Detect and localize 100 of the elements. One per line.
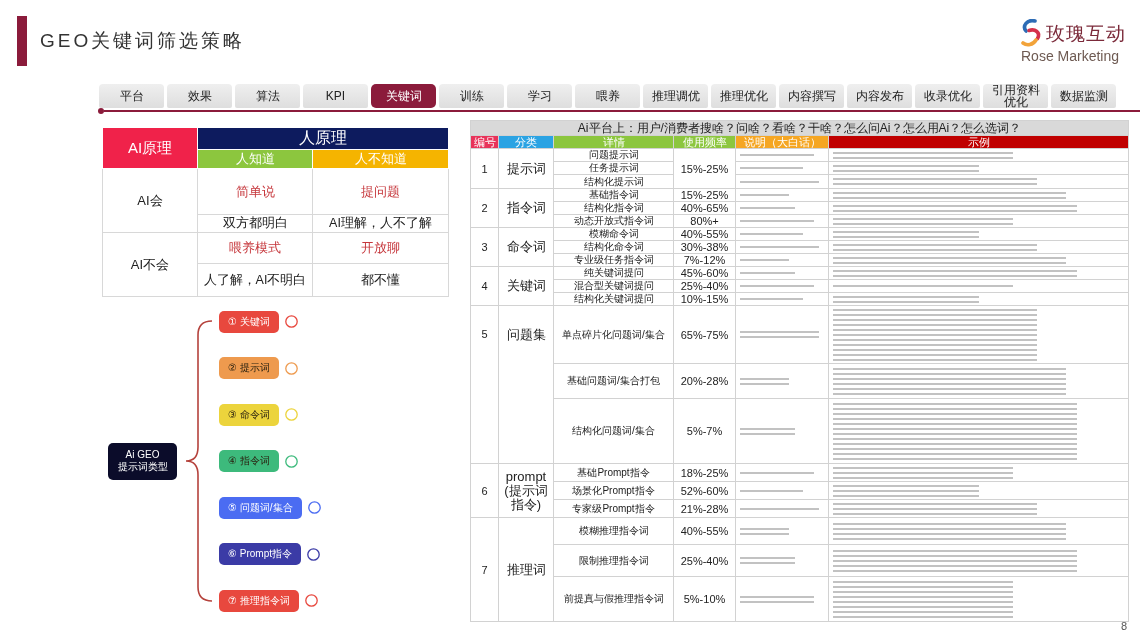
- illegible-text-drawing: [740, 557, 796, 564]
- table-cell: 场景化Prompt指令: [553, 481, 674, 500]
- page-number: 8: [1120, 620, 1127, 633]
- row-header: AI不会: [102, 232, 198, 297]
- table-cell: 结构化命令词: [553, 240, 674, 254]
- ring-icon: [284, 361, 298, 375]
- table-cell: 问题集: [498, 305, 554, 464]
- table-cell: 混合型关键词提问: [553, 279, 674, 293]
- table-cell: 52%-60%: [673, 481, 736, 500]
- nav-tab[interactable]: 内容撰写: [779, 84, 844, 108]
- table-cell: 15%-25%: [673, 188, 736, 202]
- ring-icon: [307, 547, 320, 561]
- table-cell: 65%-75%: [673, 305, 736, 364]
- title-accent-bar: [17, 16, 27, 66]
- nav-tab[interactable]: 训练: [439, 84, 504, 108]
- table-cell: 18%-25%: [673, 463, 736, 482]
- table-cell: 推理词: [498, 517, 554, 622]
- table-cell: 10%-15%: [673, 292, 736, 306]
- table-header: 人原理: [197, 127, 449, 150]
- table-header: AI原理: [102, 127, 198, 169]
- table-cell: 纯关键词提问: [553, 266, 674, 280]
- table-cell: 模糊推理指令词: [553, 517, 674, 545]
- nav-tab[interactable]: 引用资料优化: [983, 84, 1048, 108]
- mind-map-node: ② 提示词: [219, 357, 279, 379]
- table-cell: 2: [470, 188, 499, 228]
- table-cell: 提问题: [312, 168, 449, 215]
- table-cell: 5%-10%: [673, 576, 736, 622]
- mind-map-root: Ai GEO 提示词类型: [108, 442, 177, 480]
- logo-tagline: Rose Marketing: [1021, 48, 1121, 64]
- row-header: AI会: [102, 168, 198, 233]
- table-cell: 开放聊: [312, 232, 449, 264]
- nav-tab[interactable]: 关键词: [371, 84, 436, 108]
- nav-tab[interactable]: 学习: [507, 84, 572, 108]
- nav-tab[interactable]: 收录优化: [915, 84, 980, 108]
- table-cell: 简单说: [197, 168, 313, 215]
- table-cell: 80%+: [673, 214, 736, 228]
- table-cell: 都不懂: [312, 263, 449, 297]
- ring-icon: [304, 594, 318, 607]
- table-cell: 6: [470, 463, 499, 518]
- table-cell: AI理解，人不了解: [312, 214, 449, 233]
- table-cell: 动态开放式指令词: [553, 214, 674, 228]
- table-cell: 结构化指令词: [553, 201, 674, 215]
- table-cell: 喂养模式: [197, 232, 313, 264]
- table-cell: 15%-25%: [673, 148, 736, 189]
- table-cell: 基础Prompt指令: [553, 463, 674, 482]
- illegible-text-drawing: [740, 489, 803, 492]
- table-cell: 40%-55%: [673, 227, 736, 241]
- mind-map-node: ① 关键词: [219, 310, 279, 333]
- table-title: Ai平台上：用户/消费者搜啥？问啥？看啥？干啥？怎么问Ai？怎么用Ai？怎么选词？: [470, 120, 1129, 136]
- table-cell: 问题提示词: [553, 148, 674, 162]
- table-cell: 人了解，AI不明白: [197, 263, 313, 297]
- table-cell: 模糊命令词: [553, 227, 674, 241]
- table-cell: 40%-55%: [673, 517, 736, 545]
- table-cell: 双方都明白: [197, 214, 313, 233]
- mind-map-node: ④ 指令词: [219, 450, 279, 472]
- table-cell: 基础指令词: [553, 188, 674, 202]
- illegible-text-drawing: [740, 377, 789, 385]
- slide-title: GEO关键词筛选策略: [40, 29, 246, 53]
- table-cell: 指令词: [498, 188, 554, 228]
- table-cell: 结构化提示词: [553, 174, 674, 189]
- table-cell: 专业级任务指令词: [553, 253, 674, 267]
- ring-icon: [284, 408, 298, 421]
- table-cell: 限制推理指令词: [553, 544, 674, 577]
- ring-icon: [284, 454, 298, 468]
- nav-tab[interactable]: 效果: [167, 84, 232, 108]
- table-cell: 前提真与假推理指令词: [553, 576, 674, 622]
- table-cell: 结构化关键词提问: [553, 292, 674, 306]
- table-cell: 21%-28%: [673, 499, 736, 518]
- table-cell: prompt (提示词指令): [498, 463, 554, 518]
- table-cell: 基础问题词/集合打包: [553, 363, 674, 399]
- mind-map-node: ⑥ Prompt指令: [219, 543, 301, 565]
- ring-icon: [284, 315, 298, 328]
- mind-map-node: ⑦ 推理指令词: [219, 589, 299, 612]
- nav-tab[interactable]: 推理优化: [711, 84, 776, 108]
- table-cell: 25%-40%: [673, 544, 736, 577]
- table-cell: 单点碎片化问题词/集合: [553, 305, 674, 364]
- table-cell: 5: [470, 305, 499, 464]
- nav-tab[interactable]: 内容发布: [847, 84, 912, 108]
- table-cell: 5%-7%: [673, 398, 736, 464]
- table-cell: 命令词: [498, 227, 554, 267]
- nav-tab[interactable]: 推理调优: [643, 84, 708, 108]
- nav-tab[interactable]: KPI: [303, 84, 368, 108]
- table-cell: 4: [470, 266, 499, 306]
- table-cell: 25%-40%: [673, 279, 736, 293]
- ring-icon: [307, 501, 321, 514]
- table-cell: 3: [470, 227, 499, 267]
- nav-tab[interactable]: 数据监测: [1051, 84, 1116, 108]
- illegible-text-drawing: [740, 427, 796, 435]
- table-cell: 任务提示词: [553, 161, 674, 175]
- table-cell: 1: [470, 148, 499, 189]
- nav-tab[interactable]: 喂养: [575, 84, 640, 108]
- mind-map-node: ③ 命令词: [219, 403, 279, 426]
- table-cell: 20%-28%: [673, 363, 736, 399]
- nav-tab[interactable]: 平台: [99, 84, 164, 108]
- table-cell: 45%-60%: [673, 266, 736, 280]
- table-cell: 30%-38%: [673, 240, 736, 254]
- nav-tab[interactable]: 算法: [235, 84, 300, 108]
- swirl-logo-icon: [1021, 19, 1043, 47]
- table-cell: 结构化问题词/集合: [553, 398, 674, 464]
- table-cell: 专家级Prompt指令: [553, 499, 674, 518]
